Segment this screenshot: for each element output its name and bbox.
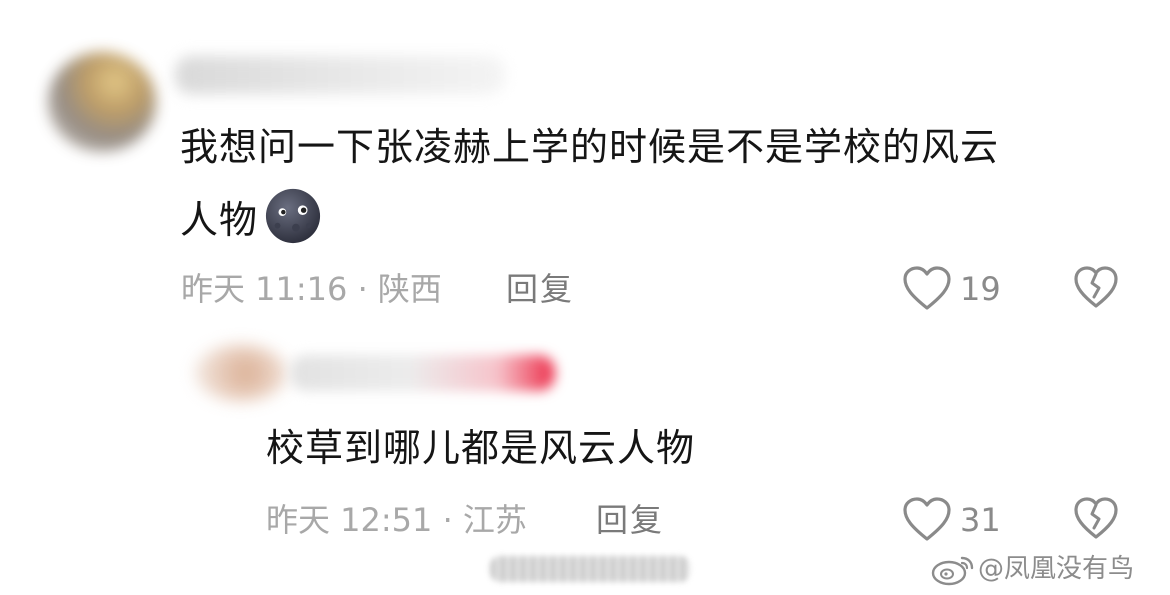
replier-avatar[interactable] [195,345,287,401]
reply-like-button[interactable] [902,497,952,543]
broken-heart-icon [1074,266,1118,308]
commenter-name-blurred[interactable] [175,56,505,94]
heart-icon [903,266,951,310]
heart-icon [903,497,951,541]
comment-like-count: 19 [960,270,1001,308]
reply-dislike-button[interactable] [1073,497,1119,541]
comment-text-line2-text: 人物 [180,198,259,242]
comment-dislike-button[interactable] [1073,266,1119,310]
comment-time-location: 昨天 11:16 · 陕西 [181,270,442,308]
watermark-text: @凤凰没有鸟 [978,554,1135,584]
commenter-avatar[interactable] [48,52,156,152]
comment-text-line2: 人物 [180,187,999,250]
replier-name-blurred[interactable] [290,355,555,391]
comment-reply-button[interactable]: 回复 [506,269,574,309]
weibo-logo-icon [930,552,976,586]
blurred-bottom-bar [490,556,690,582]
reply-reply-button[interactable]: 回复 [596,500,664,540]
reply-like-count: 31 [960,501,1001,539]
comment-text-line1: 我想问一下张凌赫上学的时候是不是学校的风云 [180,125,1000,169]
reply-text: 校草到哪儿都是风云人物 [266,426,696,470]
comment-text: 我想问一下张凌赫上学的时候是不是学校的风云 人物 [180,117,999,250]
comment-like-button[interactable] [902,266,952,312]
new-moon-face-icon [264,187,322,245]
reply-time-location: 昨天 12:51 · 江苏 [266,501,527,539]
broken-heart-icon [1074,497,1118,539]
